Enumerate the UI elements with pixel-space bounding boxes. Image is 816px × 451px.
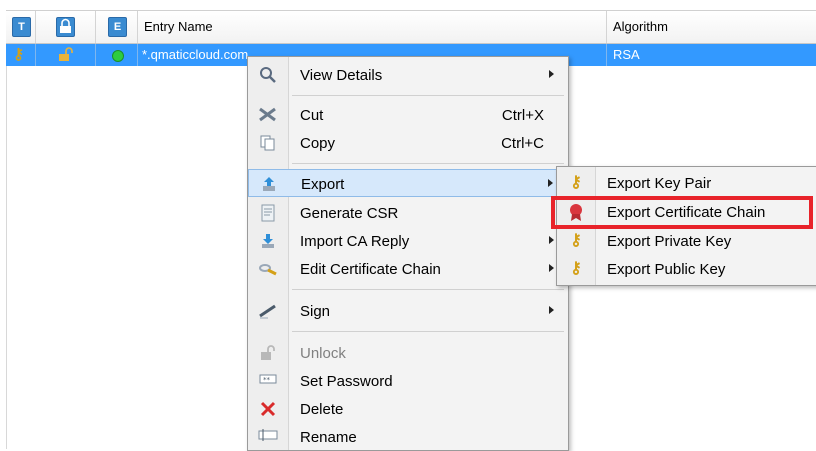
row-expiry-cell [96, 44, 138, 66]
submenu-arrow-icon [549, 70, 554, 78]
scissors-icon [258, 106, 278, 124]
algorithm-value: RSA [613, 47, 640, 62]
menu-item-import-ca-reply[interactable]: Import CA Reply [248, 227, 566, 255]
annotation-highlight-box [551, 196, 813, 229]
row-algorithm-cell: RSA [607, 44, 816, 66]
menu-item-view-details[interactable]: View Details [248, 61, 566, 89]
menu-item-set-password[interactable]: ** Set Password [248, 367, 566, 395]
header-expiry[interactable]: E [96, 11, 138, 43]
submenu-item-export-public-key[interactable]: ⚷ Export Public Key [557, 255, 815, 283]
entry-name-value: *.qmaticcloud.com [142, 47, 249, 62]
submenu-arrow-icon [549, 236, 554, 244]
submenu-item-export-key-pair[interactable]: ⚷ Export Key Pair [557, 169, 815, 197]
header-lock[interactable] [36, 11, 96, 43]
import-icon [258, 232, 278, 250]
menu-item-generate-csr[interactable]: Generate CSR [248, 199, 566, 227]
submenu-arrow-icon [549, 264, 554, 272]
table-header: T E Entry Name Algorithm [6, 10, 816, 44]
copy-icon [258, 134, 278, 152]
submenu-arrow-icon [549, 306, 554, 314]
private-key-icon: ⚷ [570, 232, 582, 249]
pen-icon [258, 302, 278, 320]
row-lock-cell [36, 44, 96, 66]
menu-item-copy[interactable]: Copy Ctrl+C [248, 129, 566, 157]
delete-icon [258, 400, 278, 418]
unlocked-icon [57, 47, 73, 66]
status-ok-icon [112, 50, 124, 62]
menu-item-edit-certificate-chain[interactable]: Edit Certificate Chain [248, 255, 566, 283]
submenu-arrow-icon [548, 179, 553, 187]
context-menu: View Details Cut Ctrl+X Copy Ctrl+C Expo… [247, 56, 569, 451]
expiry-column-icon: E [108, 17, 127, 37]
key-pair-icon: ⚷ [13, 46, 24, 63]
header-type[interactable]: T [6, 11, 36, 43]
document-icon [258, 204, 278, 222]
public-key-icon: ⚷ [570, 260, 582, 277]
algorithm-header-label: Algorithm [613, 19, 668, 34]
menu-item-sign[interactable]: Sign [248, 297, 566, 325]
menu-item-delete[interactable]: Delete [248, 395, 566, 423]
table-left-border [6, 42, 7, 449]
header-entry-name[interactable]: Entry Name [138, 11, 607, 43]
certificate-chain-icon [258, 260, 278, 278]
type-column-icon: T [12, 17, 31, 37]
menu-separator [292, 331, 564, 332]
menu-separator [292, 289, 564, 290]
menu-item-cut[interactable]: Cut Ctrl+X [248, 101, 566, 129]
rename-icon [258, 428, 278, 446]
header-algorithm[interactable]: Algorithm [607, 11, 816, 43]
menu-item-export[interactable]: Export [248, 169, 566, 197]
export-icon [259, 175, 279, 193]
menu-item-unlock[interactable]: Unlock [248, 339, 566, 367]
unlock-icon [258, 344, 278, 362]
password-icon: ** [258, 372, 278, 390]
menu-separator [292, 163, 564, 164]
row-type-cell: ⚷ [6, 44, 36, 66]
menu-separator [292, 95, 564, 96]
entry-name-header-label: Entry Name [144, 19, 213, 34]
svg-text:**: ** [263, 376, 271, 384]
menu-item-rename[interactable]: Rename [248, 423, 566, 451]
magnifier-icon [258, 66, 278, 84]
key-pair-icon: ⚷ [570, 174, 582, 191]
submenu-item-export-private-key[interactable]: ⚷ Export Private Key [557, 227, 815, 255]
lock-column-icon [56, 17, 75, 37]
